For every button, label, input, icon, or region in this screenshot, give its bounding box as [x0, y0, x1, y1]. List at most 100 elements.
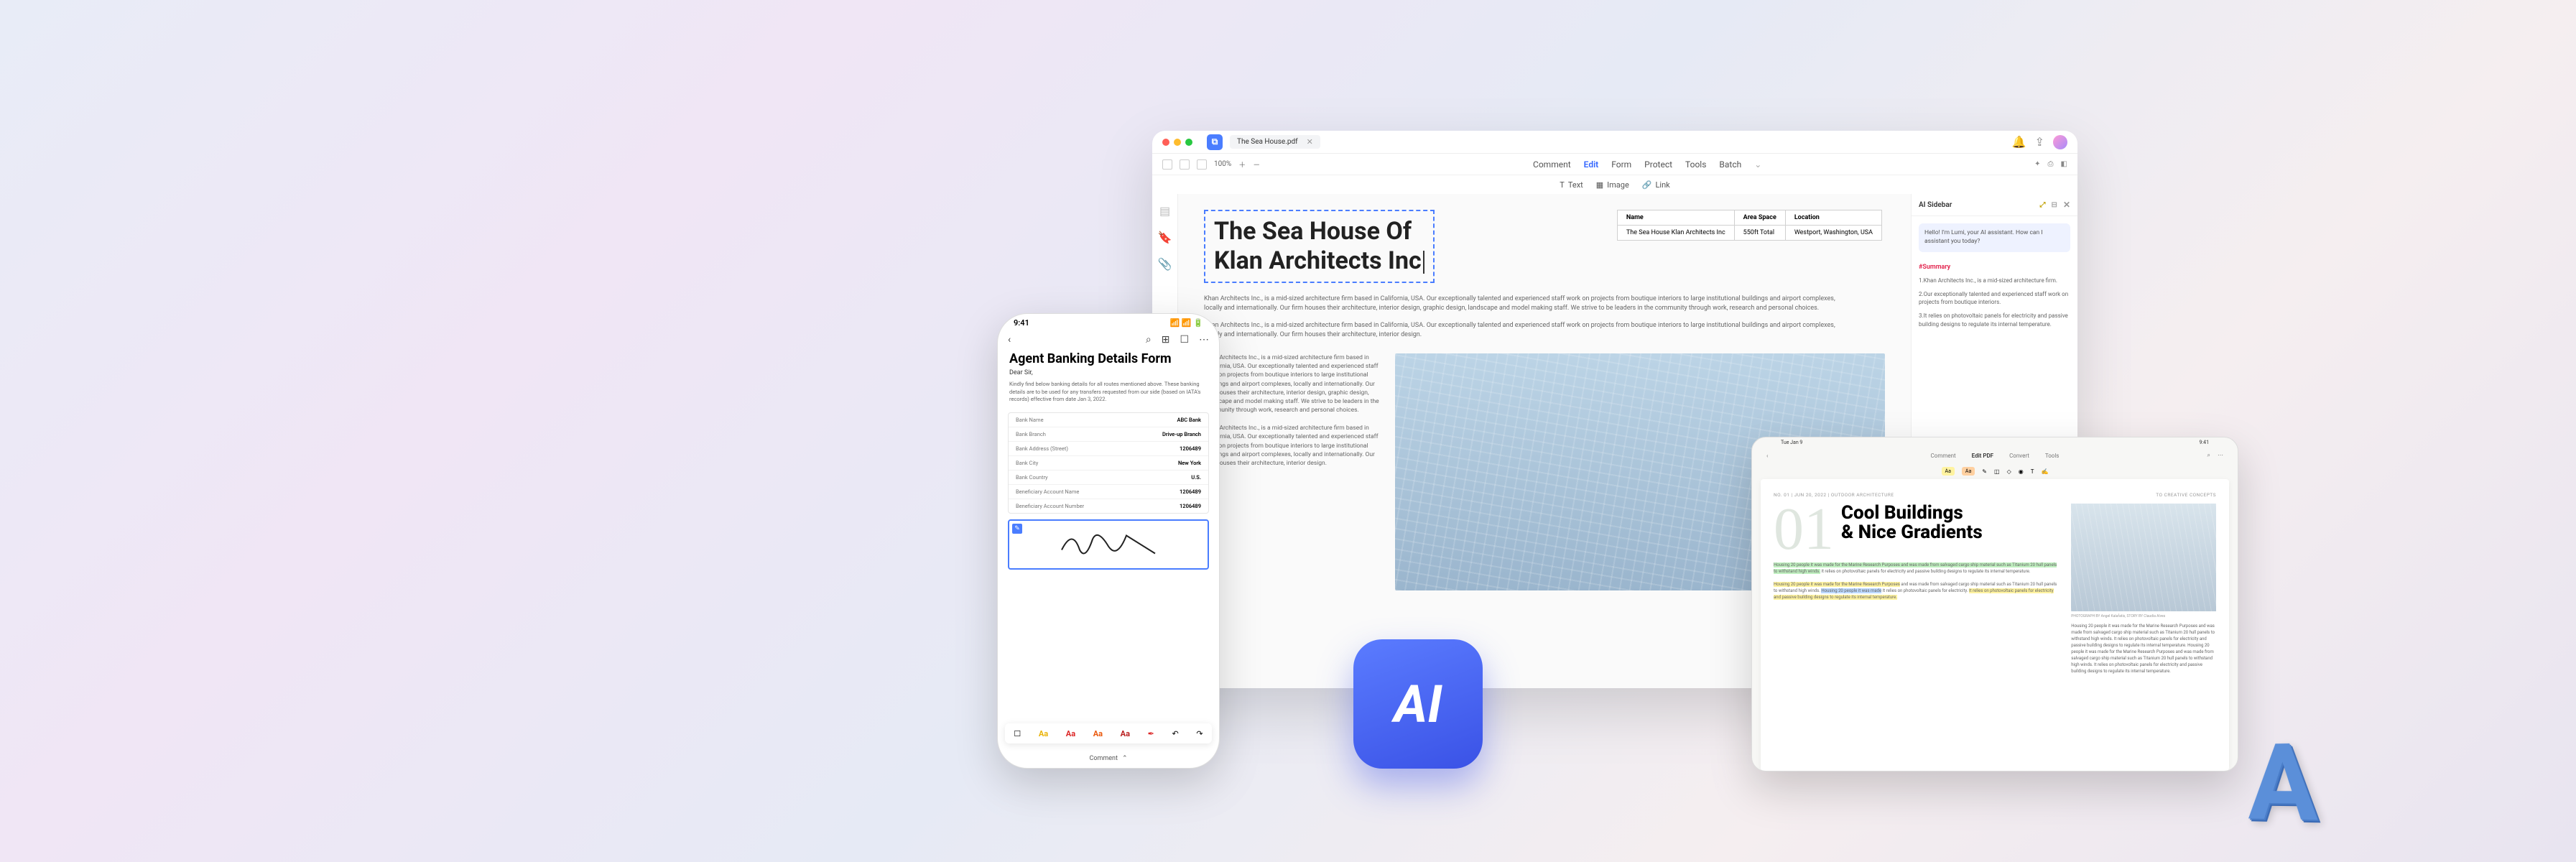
- table-cell-location: Westport, Washington, USA: [1785, 226, 1881, 241]
- form-row: Beneficiary Account Number1206489: [1009, 499, 1208, 513]
- highlighted-text-yellow: Housing 20 people it was made for the Ma…: [1774, 582, 1900, 587]
- ai-app-icon: AI: [1353, 639, 1483, 769]
- grid-icon[interactable]: ⊞: [1162, 334, 1170, 346]
- close-window-icon[interactable]: [1162, 139, 1169, 146]
- print-icon[interactable]: ⎙: [2048, 160, 2054, 168]
- phone-time: 9:41: [1014, 318, 1029, 328]
- menu-protect[interactable]: Protect: [1644, 159, 1672, 170]
- form-row: Bank BranchDrive-up Branch: [1009, 427, 1208, 442]
- doc-col-para-1: Khan Architects Inc., is a mid-sized arc…: [1204, 353, 1384, 415]
- tab-comment[interactable]: Comment: [1931, 453, 1956, 459]
- ai-summary-point-3: 3.It relies on photovoltaic panels for e…: [1919, 312, 2070, 328]
- pen-tool-icon[interactable]: ✒: [1148, 729, 1154, 738]
- notification-bell-icon[interactable]: 🔔: [2012, 135, 2026, 149]
- zoom-in-icon[interactable]: ＋: [1238, 159, 1246, 170]
- edit-subtoolbar: TText ▦Image 🔗Link: [1152, 175, 2077, 194]
- tab-convert[interactable]: Convert: [2009, 453, 2029, 459]
- font-style-4-icon[interactable]: Aa: [1121, 729, 1130, 738]
- ai-expand-icon[interactable]: ⤢: [2040, 201, 2046, 209]
- signature-stroke: [1058, 524, 1159, 560]
- add-link-button[interactable]: 🔗Link: [1642, 180, 1670, 190]
- highlight-yellow-icon[interactable]: Aa: [1942, 467, 1955, 476]
- menu-batch[interactable]: Batch: [1719, 159, 1741, 170]
- table-header-location: Location: [1785, 210, 1881, 226]
- big-number: 01: [1774, 504, 1834, 555]
- pencil-icon[interactable]: ✎: [1982, 468, 1987, 475]
- doc-paragraph-2: Khan Architects Inc., is a mid-sized arc…: [1204, 321, 1843, 340]
- document-tab[interactable]: The Sea House.pdf ✕: [1230, 135, 1320, 149]
- decorative-letter-a: A: [2248, 718, 2376, 843]
- doc-col-para-2: Khan Architects Inc., is a mid-sized arc…: [1204, 424, 1384, 468]
- comment-label[interactable]: Comment: [1089, 755, 1117, 762]
- zoom-out-icon[interactable]: －: [1253, 159, 1260, 170]
- ai-close-icon[interactable]: ✕: [2063, 200, 2070, 210]
- signature-field[interactable]: ✎: [1008, 519, 1209, 570]
- tablet-time: 9:41: [2200, 440, 2210, 445]
- add-image-button[interactable]: ▦Image: [1596, 180, 1629, 190]
- menu-form[interactable]: Form: [1611, 159, 1631, 170]
- bookmark-icon[interactable]: 🔖: [1158, 231, 1172, 244]
- tab-tools[interactable]: Tools: [2045, 453, 2060, 459]
- form-intro-text: Kindly find below banking details for al…: [998, 376, 1219, 408]
- doc-title-line1: The Sea House Of: [1214, 217, 1412, 246]
- redo-icon[interactable]: ↷: [1196, 729, 1203, 738]
- text-tool-icon[interactable]: T: [2031, 468, 2034, 475]
- ai-summary-point-2: 2.Our exceptionally talented and experie…: [1919, 290, 2070, 306]
- eraser-icon[interactable]: ◫: [1994, 468, 2000, 475]
- font-style-2-icon[interactable]: Aa: [1066, 729, 1075, 738]
- add-text-button[interactable]: TText: [1560, 180, 1583, 190]
- minimize-window-icon[interactable]: [1174, 139, 1181, 146]
- highlight-orange-icon[interactable]: Aa: [1962, 467, 1975, 476]
- signature-tool-icon[interactable]: ✍: [2041, 468, 2048, 475]
- window-chrome-bar: ⧉ The Sea House.pdf ✕ 🔔 ⇪: [1152, 131, 2077, 154]
- close-tab-icon[interactable]: ✕: [1307, 137, 1313, 147]
- panel-toggle-icon[interactable]: ◧: [2061, 160, 2067, 168]
- image-icon: ▦: [1596, 180, 1603, 190]
- search-icon[interactable]: ⌕: [1146, 334, 1152, 346]
- tablet-format-toolbar: Aa Aa ✎ ◫ ◇ ◉ T ✍: [1752, 463, 2238, 479]
- ai-settings-icon[interactable]: ⊟: [2052, 201, 2057, 209]
- menu-comment[interactable]: Comment: [1533, 159, 1571, 170]
- undo-icon[interactable]: ↶: [1172, 729, 1178, 738]
- chevron-up-icon[interactable]: ⌃: [1122, 755, 1128, 762]
- ai-star-icon[interactable]: ✦: [2034, 160, 2040, 168]
- main-menu: Comment Edit Form Protect Tools Batch ⌄: [1533, 159, 1761, 170]
- page-thumbnails-icon[interactable]: ▤: [1159, 204, 1170, 218]
- ai-badge-text: AI: [1394, 674, 1442, 735]
- thumbnails-icon[interactable]: [1180, 159, 1190, 170]
- zoom-level[interactable]: 100%: [1214, 160, 1231, 168]
- tablet-search-icon[interactable]: ⌕: [2207, 452, 2210, 459]
- back-icon[interactable]: ‹: [1008, 334, 1011, 346]
- font-style-1-icon[interactable]: Aa: [1039, 729, 1048, 738]
- menu-more-icon[interactable]: ⌄: [1754, 159, 1761, 170]
- tab-edit[interactable]: Edit PDF: [1972, 453, 1993, 459]
- view-mode-icon[interactable]: [1197, 159, 1207, 170]
- sidebar-toggle-icon[interactable]: [1162, 159, 1172, 170]
- ai-sidebar-title: AI Sidebar: [1919, 201, 1952, 209]
- link-icon: 🔗: [1642, 180, 1652, 190]
- tablet-more-icon[interactable]: ⋯: [2218, 452, 2223, 459]
- table-cell-area: 550ft Total: [1734, 226, 1785, 241]
- traffic-lights[interactable]: [1162, 139, 1192, 146]
- form-title: Agent Banking Details Form: [998, 348, 1219, 369]
- article-photo: [2071, 504, 2216, 611]
- menu-tools[interactable]: Tools: [1685, 159, 1706, 170]
- attachments-icon[interactable]: 📎: [1158, 257, 1172, 271]
- maximize-window-icon[interactable]: [1185, 139, 1192, 146]
- tablet-back-icon[interactable]: ‹: [1766, 453, 1768, 459]
- bookmark-outline-icon[interactable]: ☐: [1180, 334, 1189, 346]
- tablet-tab-bar: ‹ Comment Edit PDF Convert Tools ⌕ ⋯: [1752, 448, 2238, 463]
- stamp-icon[interactable]: ◉: [2019, 468, 2024, 475]
- share-icon[interactable]: ⇪: [2035, 135, 2044, 149]
- font-style-3-icon[interactable]: Aa: [1093, 729, 1103, 738]
- selected-title-text-box[interactable]: The Sea House Of Klan Architects Inc: [1204, 210, 1435, 283]
- checkbox-tool-icon[interactable]: ☐: [1014, 729, 1021, 738]
- more-icon[interactable]: ⋯: [1199, 334, 1209, 346]
- tablet-status-bar: Tue Jan 9 9:41: [1752, 437, 2238, 448]
- shape-icon[interactable]: ◇: [2007, 468, 2011, 475]
- menu-edit[interactable]: Edit: [1584, 159, 1599, 170]
- user-avatar[interactable]: [2053, 135, 2067, 149]
- doc-paragraph-1: Khan Architects Inc., is a mid-sized arc…: [1204, 295, 1843, 314]
- ai-summary-tag: #Summary: [1919, 264, 2070, 271]
- table-header-name: Name: [1617, 210, 1734, 226]
